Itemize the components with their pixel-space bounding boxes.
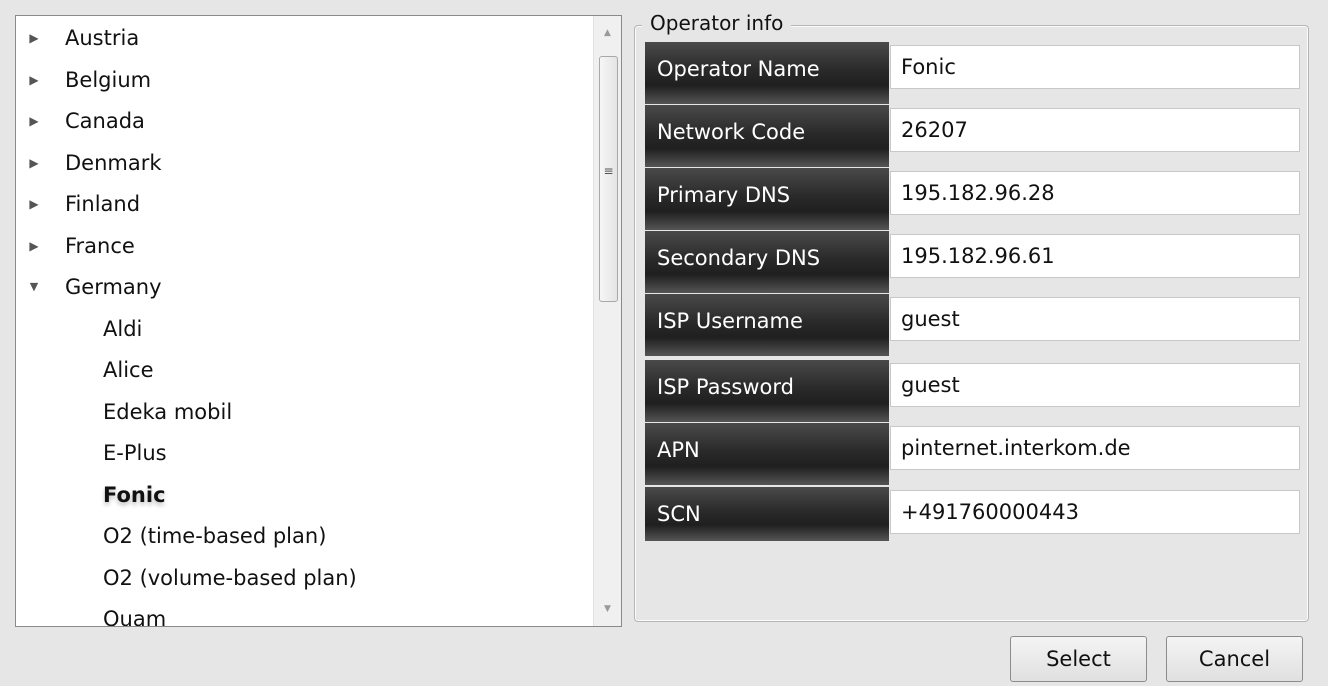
grip-icon: ≡: [603, 164, 614, 178]
primary-dns-label: Primary DNS: [645, 168, 889, 230]
tree-country-node[interactable]: ▶ Finland: [16, 184, 594, 224]
isp-username-field[interactable]: [890, 297, 1300, 341]
tree-item-label: France: [65, 233, 135, 258]
tree-item-label: Austria: [65, 26, 140, 50]
isp-password-label: ISP Password: [645, 360, 889, 422]
operator-name-label: Operator Name: [645, 42, 889, 104]
scroll-thumb[interactable]: ≡: [599, 56, 618, 302]
field-row-isp-username: ISP Username: [645, 294, 1300, 356]
expand-arrow-right-icon[interactable]: ▶: [28, 143, 40, 183]
tree-country-node[interactable]: ▼ Germany: [16, 267, 594, 307]
tree-operator-item[interactable]: E-Plus: [16, 433, 594, 473]
tree-operator-item[interactable]: Quam: [16, 599, 594, 627]
expand-arrow-right-icon[interactable]: ▶: [28, 101, 40, 141]
isp-password-field[interactable]: [890, 363, 1300, 407]
operator-tree[interactable]: ▶ Austria ▶ Belgium ▶ Canada ▶ Denmark ▶ Finland ▶…: [15, 15, 622, 627]
tree-operator-item[interactable]: Aldi: [16, 309, 594, 349]
tree-item-label: Quam: [103, 607, 167, 627]
secondary-dns-field[interactable]: [890, 234, 1300, 278]
tree-country-node[interactable]: ▶ Austria: [16, 18, 594, 58]
operator-info-title: Operator info: [642, 10, 792, 36]
tree-item-label: O2 (time-based plan): [103, 524, 327, 548]
tree-country-node[interactable]: ▶ Denmark: [16, 143, 594, 183]
tree-operator-item[interactable]: O2 (volume-based plan): [16, 558, 594, 598]
tree-country-node[interactable]: ▶ France: [16, 226, 594, 266]
tree-operator-item[interactable]: Edeka mobil: [16, 392, 594, 432]
tree-item-label: Alice: [103, 358, 154, 382]
field-row-operator-name: Operator Name: [645, 42, 1300, 104]
scroll-up-arrow-icon[interactable]: ▲: [594, 20, 621, 46]
tree-scrollbar[interactable]: ▲ ≡ ▼: [593, 16, 621, 626]
tree-item-label: Aldi: [103, 316, 143, 341]
tree-item-label: Finland: [65, 192, 141, 216]
field-row-secondary-dns: Secondary DNS: [645, 231, 1300, 293]
apn-label: APN: [645, 423, 889, 485]
primary-dns-field[interactable]: [890, 171, 1300, 215]
select-button[interactable]: Select: [1010, 636, 1147, 682]
tree-operator-item[interactable]: Alice: [16, 350, 594, 390]
apn-field[interactable]: [890, 426, 1300, 470]
expand-arrow-down-icon[interactable]: ▼: [28, 267, 40, 307]
tree-operator-item[interactable]: Fonic: [16, 475, 594, 515]
scn-field[interactable]: [890, 490, 1300, 534]
tree-item-label: E-Plus: [103, 441, 167, 465]
tree-item-label: Denmark: [65, 150, 162, 175]
network-code-label: Network Code: [645, 105, 889, 167]
tree-item-label: Canada: [65, 109, 145, 133]
tree-item-label: Fonic: [103, 482, 166, 507]
scn-label: SCN: [645, 487, 889, 541]
tree-item-label: Edeka mobil: [103, 399, 233, 424]
expand-arrow-right-icon[interactable]: ▶: [28, 18, 40, 58]
tree-country-node[interactable]: ▶ Belgium: [16, 60, 594, 100]
expand-arrow-right-icon[interactable]: ▶: [28, 60, 40, 100]
operator-name-field[interactable]: [890, 45, 1300, 89]
expand-arrow-right-icon[interactable]: ▶: [28, 226, 40, 266]
scroll-down-arrow-icon[interactable]: ▼: [594, 596, 621, 622]
tree-item-label: Belgium: [65, 67, 152, 92]
isp-username-label: ISP Username: [645, 294, 889, 356]
field-row-network-code: Network Code: [645, 105, 1300, 167]
expand-arrow-right-icon[interactable]: ▶: [28, 184, 40, 224]
field-row-primary-dns: Primary DNS: [645, 168, 1300, 230]
tree-operator-item[interactable]: O2 (time-based plan): [16, 516, 594, 556]
tree-country-node[interactable]: ▶ Canada: [16, 101, 594, 141]
field-row-scn: SCN: [645, 487, 1300, 541]
secondary-dns-label: Secondary DNS: [645, 231, 889, 293]
field-row-apn: APN: [645, 423, 1300, 485]
tree-item-label: Germany: [65, 275, 162, 299]
cancel-button[interactable]: Cancel: [1166, 636, 1303, 682]
field-row-isp-password: ISP Password: [645, 360, 1300, 422]
tree-item-label: O2 (volume-based plan): [103, 565, 357, 590]
network-code-field[interactable]: [890, 108, 1300, 152]
